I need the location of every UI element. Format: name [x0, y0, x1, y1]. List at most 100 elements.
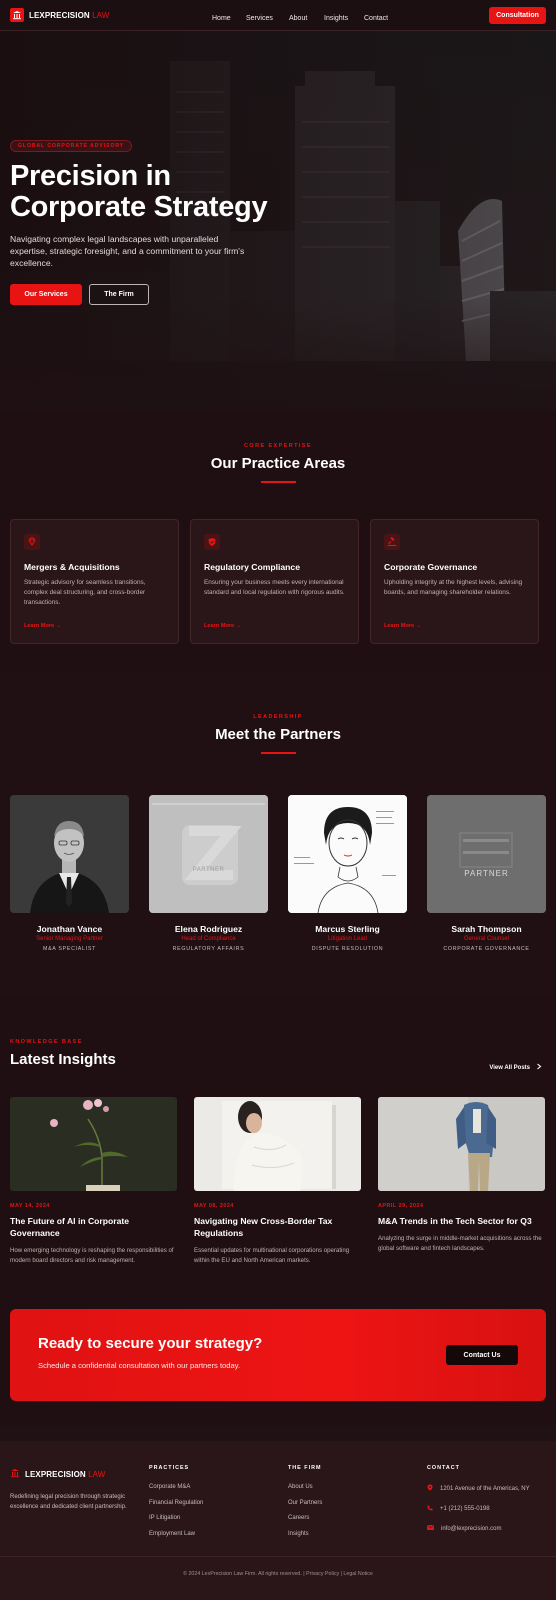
- insight-post[interactable]: MAY 14, 2024 The Future of AI in Corpora…: [10, 1097, 177, 1266]
- practice-card-governance[interactable]: Corporate Governance Upholding integrity…: [370, 519, 539, 644]
- contact-us-button[interactable]: Contact Us: [446, 1345, 518, 1365]
- footer-link[interactable]: IP Litigation: [149, 1515, 203, 1522]
- partners-title: Meet the Partners: [215, 726, 341, 743]
- insight-post[interactable]: APRIL 29, 2024 M&A Trends in the Tech Se…: [378, 1097, 545, 1266]
- practice-title: Our Practice Areas: [210, 455, 346, 472]
- footer-link[interactable]: Careers: [288, 1515, 322, 1522]
- post-description: Essential updates for multinational corp…: [194, 1247, 350, 1264]
- footer-logo[interactable]: LEXPRECISION LAW: [10, 1465, 130, 1483]
- partner-card[interactable]: Jonathan Vance Senior Managing Partner M…: [10, 795, 129, 952]
- view-all-label: View All Posts: [489, 1064, 530, 1071]
- post-date: MAY 08, 2024: [194, 1203, 234, 1209]
- hero-subtitle: Navigating complex legal landscapes with…: [10, 234, 245, 268]
- insights-eyebrow: KNOWLEDGE BASE: [10, 1039, 83, 1045]
- nav-link-home[interactable]: Home: [212, 15, 231, 22]
- post-image-woman: [194, 1097, 361, 1191]
- footer-practices-list: Corporate M&A Financial Regulation IP Li…: [149, 1484, 203, 1537]
- post-title[interactable]: The Future of AI in Corporate Governance: [10, 1215, 177, 1239]
- footer-brand: LEXPRECISION LAW Redefining legal precis…: [10, 1465, 130, 1512]
- card-description: Upholding integrity at the highest level…: [384, 579, 523, 596]
- insights-header: KNOWLEDGE BASE Latest Insights: [10, 1039, 116, 1068]
- partner-name: Marcus Sterling: [315, 924, 380, 934]
- title-underline: [260, 481, 296, 483]
- partner-specialty: M&A SPECIALIST: [42, 946, 97, 952]
- card-title: Corporate Governance: [384, 562, 478, 572]
- nav-link-services[interactable]: Services: [246, 15, 273, 22]
- post-date: APRIL 29, 2024: [378, 1203, 424, 1209]
- learn-more-link[interactable]: Learn More →: [24, 623, 61, 629]
- footer-email[interactable]: info@lexprecision.com: [427, 1525, 530, 1532]
- brand-name: LEXPRECISION LAW: [29, 10, 110, 20]
- card-description: Strategic advisory for seamless transiti…: [24, 579, 146, 606]
- footer-link[interactable]: Financial Regulation: [149, 1500, 203, 1507]
- partner-card[interactable]: Marcus Sterling Litigation Lead DISPUTE …: [288, 795, 407, 952]
- partners-header: LEADERSHIP Meet the Partners: [0, 714, 556, 754]
- cta-title: Ready to secure your strategy?: [38, 1335, 263, 1352]
- footer-link[interactable]: Corporate M&A: [149, 1484, 203, 1491]
- practice-card-regulatory[interactable]: Regulatory Compliance Ensuring your busi…: [190, 519, 359, 644]
- practice-cards: Mergers & Acquisitions Strategic advisor…: [10, 519, 539, 644]
- nav-link-about[interactable]: About: [289, 15, 307, 22]
- mail-icon: [427, 1525, 434, 1532]
- post-title[interactable]: Navigating New Cross-Border Tax Regulati…: [194, 1215, 361, 1239]
- brand-logo[interactable]: LEXPRECISION LAW: [10, 8, 109, 22]
- partner-name: Elena Rodriguez: [174, 924, 243, 934]
- email-text: info@lexprecision.com: [441, 1525, 502, 1532]
- footer-link[interactable]: About Us: [288, 1484, 322, 1491]
- cta-subtitle: Schedule a confidential consultation wit…: [38, 1361, 241, 1370]
- footer-divider: [0, 1556, 556, 1557]
- partner-photo: [288, 795, 407, 913]
- partner-role: Head of Compliance: [181, 936, 236, 942]
- footer-link[interactable]: Our Partners: [288, 1500, 322, 1507]
- nav-link-insights[interactable]: Insights: [324, 15, 348, 22]
- practice-eyebrow: CORE EXPERTISE: [244, 443, 312, 449]
- footer-contact: CONTACT 1201 Avenue of the Americas, NY …: [427, 1465, 530, 1532]
- hero-badge: GLOBAL CORPORATE ADVISORY: [10, 140, 133, 152]
- hero-buttons: Our Services The Firm: [10, 284, 330, 305]
- card-title: Regulatory Compliance: [204, 562, 300, 572]
- insight-post[interactable]: MAY 08, 2024 Navigating New Cross-Border…: [194, 1097, 361, 1266]
- courthouse-icon: [10, 1465, 20, 1483]
- card-description: Ensuring your business meets every inter…: [204, 579, 345, 596]
- footer-heading-contact: CONTACT: [427, 1465, 460, 1471]
- partner-photo: [10, 795, 129, 913]
- hero-title-line1: Precision in: [10, 160, 171, 192]
- partner-cards: Jonathan Vance Senior Managing Partner M…: [10, 795, 546, 952]
- partner-role: General Counsel: [463, 936, 510, 942]
- partner-photo: PARTNER: [427, 795, 546, 913]
- footer-heading-firm: THE FIRM: [288, 1465, 322, 1471]
- partner-photo: PARTNER: [149, 795, 268, 913]
- post-date: MAY 14, 2024: [10, 1203, 50, 1209]
- practice-areas-section: CORE EXPERTISE Our Practice Areas Merger…: [0, 411, 556, 671]
- our-services-button[interactable]: Our Services: [10, 284, 82, 305]
- footer-phone[interactable]: +1 (212) 555-0198: [427, 1505, 530, 1513]
- learn-more-link[interactable]: Learn More →: [384, 623, 421, 629]
- footer-firm-list: About Us Our Partners Careers Insights: [288, 1484, 322, 1537]
- view-all-posts-link[interactable]: View All Posts: [489, 1063, 542, 1072]
- practice-card-mergers[interactable]: Mergers & Acquisitions Strategic advisor…: [10, 519, 179, 644]
- footer-brand-name: LEXPRECISION LAW: [25, 1469, 106, 1479]
- post-image-orchid: [10, 1097, 177, 1191]
- footer-about: Redefining legal precision through strat…: [10, 1494, 127, 1510]
- footer-link[interactable]: Insights: [288, 1531, 322, 1538]
- footer-heading-practices: PRACTICES: [149, 1465, 190, 1471]
- shield-icon: [204, 534, 220, 550]
- consultation-button[interactable]: Consultation: [489, 7, 546, 24]
- footer-firm: THE FIRM About Us Our Partners Careers I…: [288, 1465, 322, 1537]
- card-title: Mergers & Acquisitions: [24, 562, 120, 572]
- nav-link-contact[interactable]: Contact: [364, 15, 388, 22]
- learn-more-link[interactable]: Learn More →: [204, 623, 241, 629]
- diamond-icon: [24, 534, 40, 550]
- partner-role: Litigation Lead: [327, 936, 368, 942]
- footer-copyright: © 2024 LexPrecision Law Firm. All rights…: [183, 1571, 373, 1577]
- partner-photo-label: PARTNER: [192, 867, 225, 873]
- partner-card[interactable]: PARTNER Sarah Thompson General Counsel C…: [427, 795, 546, 952]
- post-title[interactable]: M&A Trends in the Tech Sector for Q3: [378, 1215, 545, 1227]
- partner-card[interactable]: PARTNER Elena Rodriguez Head of Complian…: [149, 795, 268, 952]
- the-firm-button[interactable]: The Firm: [89, 284, 149, 305]
- partner-name: Jonathan Vance: [36, 924, 103, 934]
- courthouse-icon: [10, 8, 24, 22]
- hero-section: GLOBAL CORPORATE ADVISORY Precision in C…: [0, 31, 556, 411]
- footer-link[interactable]: Employment Law: [149, 1531, 203, 1538]
- location-pin-icon: [427, 1484, 433, 1493]
